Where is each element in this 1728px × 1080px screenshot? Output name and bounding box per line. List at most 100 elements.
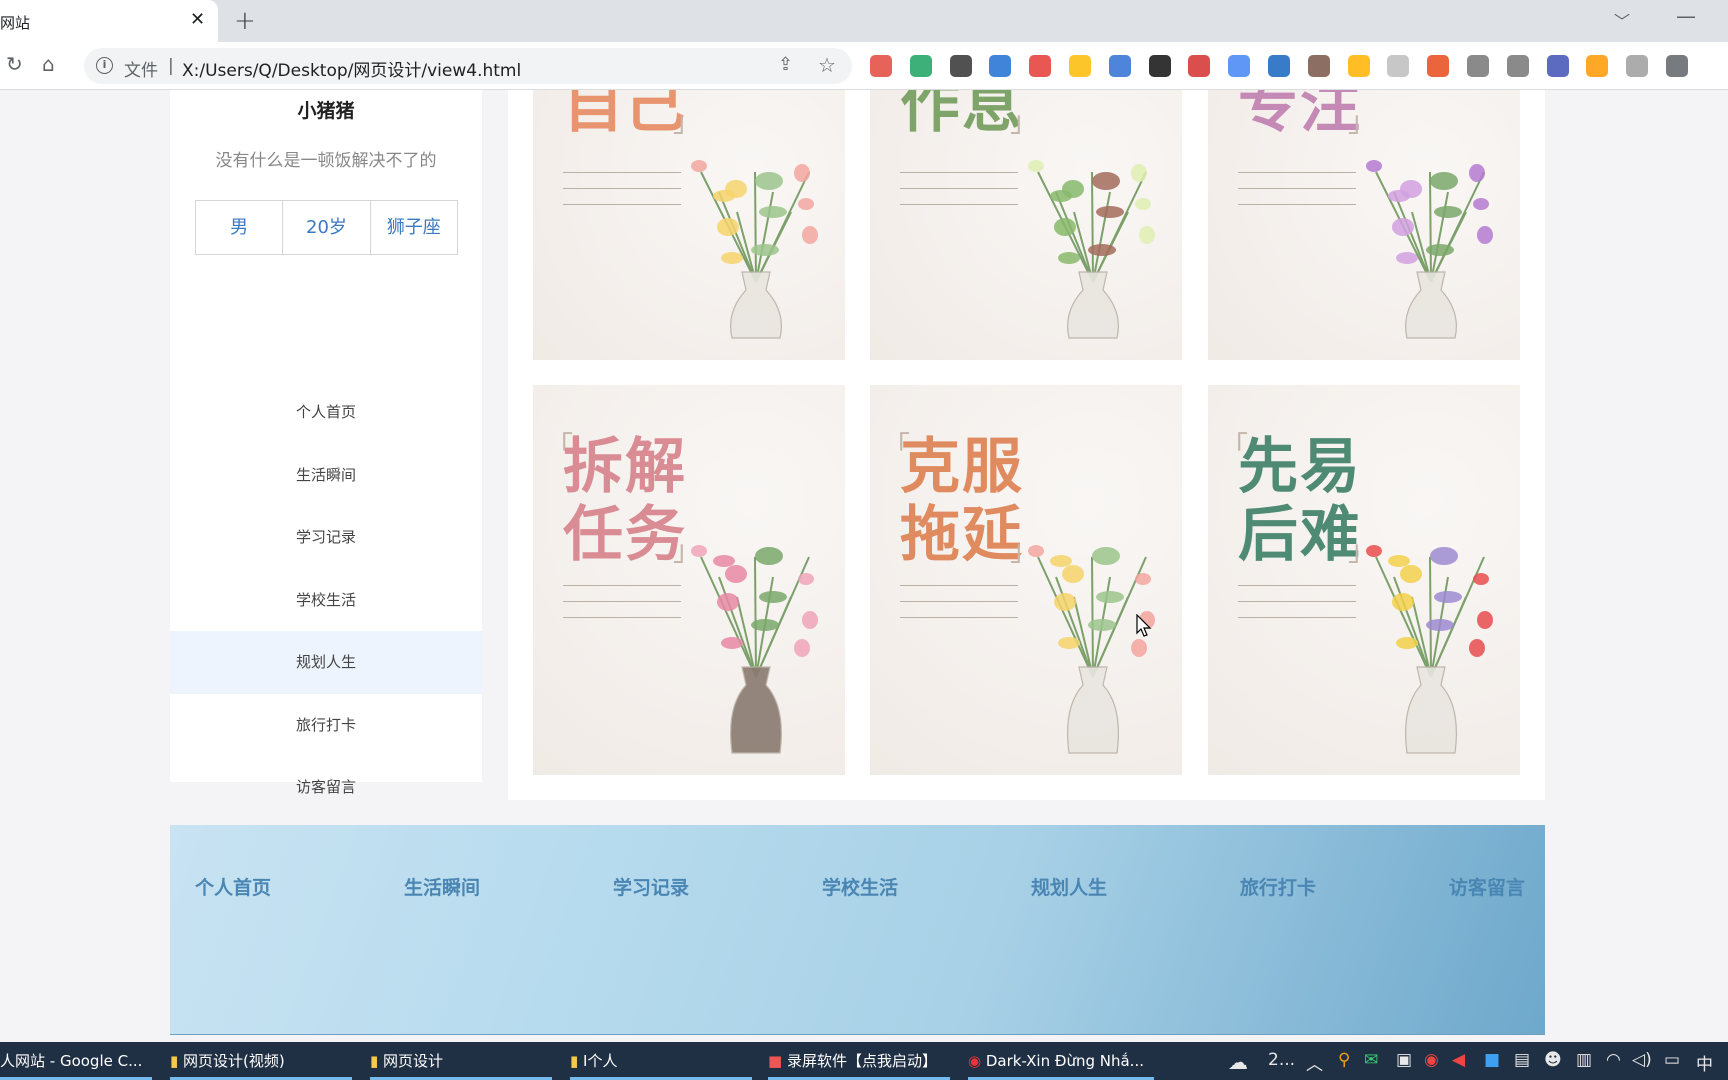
bookmark-star-icon[interactable]: ☆ [818, 53, 836, 77]
poster-caption-lines [1238, 585, 1356, 633]
browser-extension-icon[interactable] [1029, 55, 1052, 77]
footer-link-study[interactable]: 学习记录 [613, 873, 689, 900]
sidebar-item-plan[interactable]: 规划人生 [170, 631, 482, 694]
browser-extension-icon[interactable] [1108, 55, 1131, 77]
caption-line [563, 188, 681, 189]
mouse-cursor-icon [1136, 614, 1152, 637]
footer-link-guestbook[interactable]: 访客留言 [1449, 873, 1525, 900]
browser-extension-icon[interactable] [1427, 55, 1450, 77]
browser-extension-icon[interactable] [1626, 55, 1649, 77]
browser-extension-icon[interactable] [1546, 55, 1569, 77]
caption-line [900, 601, 1018, 602]
caption-line [563, 601, 681, 602]
volume-icon[interactable]: ◁) [1632, 1050, 1652, 1070]
sidebar-item-school[interactable]: 学校生活 [170, 569, 482, 632]
bracket-decoration: 」 [1348, 105, 1377, 138]
folder-icon: ▮ [370, 1052, 384, 1070]
browser-extension-icon[interactable] [1347, 55, 1370, 77]
taskbar-item[interactable]: ■ 录屏软件【点我启动】 [768, 1042, 937, 1080]
tray-app-icon[interactable]: ▣ [1396, 1050, 1412, 1070]
browser-extension-icon[interactable] [1268, 55, 1290, 77]
weather-cloud-icon[interactable]: ☁ [1228, 1050, 1248, 1074]
caption-line [900, 172, 1018, 173]
browser-extension-icon[interactable] [1586, 55, 1609, 77]
poster-title: 先易 后难 [1238, 432, 1362, 570]
browser-extension-icon[interactable] [909, 55, 932, 77]
taskbar-item[interactable]: ▮ 网页设计 [370, 1042, 443, 1080]
poster-title: 克服 拖延 [900, 432, 1024, 570]
caption-line [1238, 188, 1356, 189]
footer-link-plan[interactable]: 规划人生 [1031, 873, 1107, 900]
new-tab-icon[interactable]: + [234, 6, 256, 36]
age-cell: 20岁 [283, 201, 371, 254]
browser-extension-icon[interactable] [1069, 55, 1091, 77]
browser-extension-icon[interactable] [1467, 55, 1489, 77]
reload-icon[interactable]: ↻ [6, 52, 23, 76]
wechat-icon[interactable]: ✉ [1364, 1050, 1378, 1070]
browser-tab[interactable]: 网站 ✕ [0, 0, 218, 42]
home-icon[interactable]: ⌂ [42, 52, 55, 76]
url-separator: | [168, 56, 174, 76]
sidebar-item-guestbook[interactable]: 访客留言 [170, 756, 482, 819]
footer-link-travel[interactable]: 旅行打卡 [1240, 873, 1316, 900]
footer-link-school[interactable]: 学校生活 [822, 873, 898, 900]
browser-extension-icon[interactable] [989, 55, 1012, 77]
tray-app-icon[interactable]: ▥ [1576, 1050, 1592, 1070]
browser-extension-icon[interactable] [1148, 55, 1171, 77]
caption-line [563, 585, 681, 586]
poster-title: 自己 [563, 90, 687, 141]
taskbar-item[interactable]: 人网站 - Google C... [0, 1042, 142, 1080]
browser-extension-icon[interactable] [1666, 55, 1688, 77]
footer-link-home[interactable]: 个人首页 [195, 873, 271, 900]
taskbar-item[interactable]: ▮ I个人 [570, 1042, 617, 1080]
browser-extension-icon[interactable] [1307, 55, 1330, 77]
browser-extension-icon[interactable] [1387, 55, 1410, 77]
poster-card: 「克服 拖延」 [870, 385, 1182, 775]
flower-vase-illustration [1028, 160, 1155, 339]
address-bar[interactable]: i 文件 | X:/Users/Q/Desktop/网页设计/view4.htm… [84, 48, 852, 84]
caption-line [1238, 601, 1356, 602]
os-taskbar: 人网站 - Google C... ▮ 网页设计(视频) ▮ 网页设计 ▮ I个… [0, 1042, 1728, 1080]
poster-caption-lines [1238, 172, 1356, 220]
url-scheme-label: 文件 [124, 61, 158, 81]
bracket-decoration: 」 [1010, 105, 1039, 138]
taskbar-item[interactable]: ▮ 网页设计(视频) [170, 1042, 285, 1080]
qq-icon[interactable]: ☻ [1544, 1050, 1562, 1070]
battery-icon[interactable]: ▭ [1664, 1050, 1680, 1070]
sidebar-item-study[interactable]: 学习记录 [170, 506, 482, 569]
browser-extension-icon[interactable] [1188, 55, 1211, 77]
chevron-up-icon[interactable]: ︿ [1306, 1050, 1323, 1075]
search-tool-icon[interactable]: ⚲ [1338, 1050, 1350, 1070]
tray-app-icon[interactable]: ▤ [1514, 1050, 1530, 1070]
chevron-down-icon[interactable]: ﹀ [1614, 8, 1630, 32]
tray-text: 2... [1268, 1050, 1296, 1070]
sidebar-item-life[interactable]: 生活瞬间 [170, 444, 482, 507]
browser-extension-icon[interactable] [1228, 55, 1251, 77]
flower-vase-illustration [691, 545, 818, 754]
taskbar-item[interactable]: ◉ Dark-Xin Đừng Nhắ... [968, 1042, 1144, 1080]
browser-toolbar: ↻ ⌂ i 文件 | X:/Users/Q/Desktop/网页设计/view4… [0, 42, 1728, 90]
browser-extension-icon[interactable] [949, 55, 972, 77]
music-icon: ◉ [968, 1052, 986, 1070]
close-tab-icon[interactable]: ✕ [190, 9, 205, 30]
wifi-icon[interactable]: ◠ [1606, 1050, 1621, 1070]
sidebar-menu: 个人首页 生活瞬间 学习记录 学校生活 规划人生 旅行打卡 访客留言 [170, 381, 482, 819]
minimize-icon[interactable]: — [1676, 4, 1696, 28]
tray-app-icon[interactable]: ◀ [1452, 1050, 1465, 1070]
ime-indicator[interactable]: 中 [1696, 1050, 1713, 1075]
share-icon[interactable]: ⇪ [778, 54, 793, 75]
url-text[interactable]: X:/Users/Q/Desktop/网页设计/view4.html [182, 56, 521, 81]
record-icon[interactable]: ◉ [1424, 1050, 1439, 1070]
tray-app-icon[interactable]: ■ [1484, 1050, 1500, 1070]
caption-line [1238, 585, 1356, 586]
poster-card: 作息」 [870, 90, 1182, 360]
browser-extension-icon[interactable] [870, 55, 892, 77]
footer-link-life[interactable]: 生活瞬间 [404, 873, 480, 900]
poster-card: 「拆解 任务」 [533, 385, 845, 775]
browser-extension-icon[interactable] [1506, 55, 1529, 77]
poster-title: 专注 [1238, 90, 1362, 141]
info-icon[interactable]: i [96, 57, 113, 74]
sidebar-item-travel[interactable]: 旅行打卡 [170, 694, 482, 757]
sidebar-item-home[interactable]: 个人首页 [170, 381, 482, 444]
caption-line [900, 188, 1018, 189]
